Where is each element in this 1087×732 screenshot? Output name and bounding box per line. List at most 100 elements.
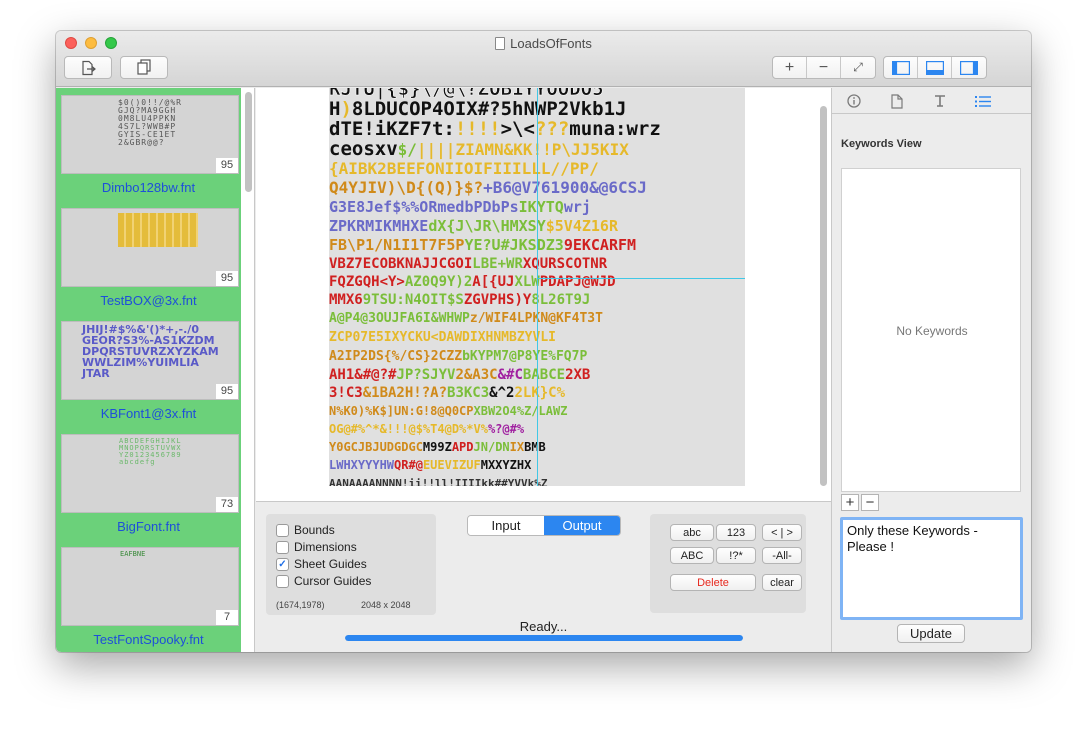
sidebar-scrollbar[interactable] [245, 92, 252, 192]
progress-fill [345, 635, 743, 641]
glyph-count: 73 [216, 497, 238, 512]
display-options-panel: Bounds Dimensions ✓ Sheet Guides Cursor … [266, 514, 436, 615]
font-name: Dimbo128bw.fnt [101, 180, 196, 195]
brackets-button[interactable]: < | > [762, 524, 802, 541]
duplicate-button[interactable] [120, 56, 168, 79]
bounds-checkbox[interactable] [276, 523, 289, 537]
sheet-guide-horizontal [537, 278, 745, 279]
delete-button[interactable]: Delete [670, 574, 756, 591]
keywords-text-field[interactable]: Only these Keywords - Please ! [840, 517, 1023, 620]
duplicate-icon [137, 59, 151, 75]
cursor-position: (1674,1978) [276, 600, 325, 610]
file-tab[interactable] [875, 88, 918, 114]
numbers-button[interactable]: 123 [716, 524, 756, 541]
sheet-canvas[interactable]: RJfU|{$}\/@\?ZOB1YYOODO5 H)8LDUCOP4OIX#?… [256, 88, 831, 502]
sheet-guides-option[interactable]: ✓ Sheet Guides [276, 557, 367, 571]
zoom-fit-button[interactable]: ⤢ [841, 57, 875, 78]
title-bar: LoadsOfFonts + − ⤢ [56, 31, 1031, 87]
input-tab[interactable]: Input [468, 516, 544, 535]
glyph-preview: EAFBNE [120, 550, 146, 558]
bounds-option[interactable]: Bounds [276, 523, 335, 537]
glyph-preview: ABCDEFGHIJKL MNOPQRSTUVWX YZ0123456789 abcd… [119, 437, 182, 466]
font-list-item[interactable]: EAFBNE 7 TestFontSpooky.fnt [56, 540, 241, 652]
glyph-preview: JHIJ!#$%&'()*+,-./0 GEOR?S3%-AS1KZDM DPQRS… [82, 323, 219, 380]
add-keyword-button[interactable]: + [841, 494, 859, 511]
zoom-out-button[interactable]: − [807, 57, 841, 78]
zoom-controls: + − ⤢ [772, 56, 876, 79]
dimensions-label: Dimensions [294, 540, 357, 554]
output-tab[interactable]: Output [544, 516, 620, 535]
sheet-guide-vertical [537, 88, 538, 486]
zoom-in-button[interactable]: + [773, 57, 807, 78]
glyph-count: 95 [216, 384, 238, 399]
font-list-item[interactable]: 95 TestBOX@3x.fnt [56, 201, 241, 314]
dimensions-option[interactable]: Dimensions [276, 540, 357, 554]
all-button[interactable]: -All- [762, 547, 802, 564]
font-name: TestBOX@3x.fnt [100, 293, 197, 308]
font-list-item[interactable]: $0()0!!/@%R GJQ?MA9GGH 0M8LU4PPKN 4S7L?WWB#… [56, 88, 241, 201]
keywords-tab[interactable] [961, 88, 1004, 114]
symbols-button[interactable]: !?* [716, 547, 756, 564]
glyph-count: 95 [216, 158, 238, 173]
progress-bar [345, 635, 743, 641]
layout-controls [883, 56, 987, 79]
canvas-scrollbar[interactable] [820, 106, 827, 486]
sheet-size: 2048 x 2048 [361, 600, 411, 610]
dimensions-checkbox[interactable] [276, 540, 289, 554]
window-title-text: LoadsOfFonts [510, 36, 592, 51]
cursor-guides-option[interactable]: Cursor Guides [276, 574, 371, 588]
glyph-count: 95 [216, 271, 238, 286]
inspector-panel: Keywords View No Keywords + − Only these… [831, 88, 1031, 652]
font-thumbnail: $0()0!!/@%R GJQ?MA9GGH 0M8LU4PPKN 4S7L?WWB#… [61, 95, 239, 174]
status-text: Ready... [519, 619, 568, 634]
sheet-guides-checkbox[interactable]: ✓ [276, 557, 289, 571]
document-icon [495, 37, 506, 50]
font-thumbnail: EAFBNE 7 [61, 547, 239, 626]
font-thumbnail: 95 [61, 208, 239, 287]
window-title: LoadsOfFonts [56, 36, 1031, 51]
update-button[interactable]: Update [897, 624, 965, 643]
cursor-guides-label: Cursor Guides [294, 574, 372, 588]
sidebar-right-icon [960, 60, 978, 75]
font-list-item[interactable]: ABCDEFGHIJKL MNOPQRSTUVWX YZ0123456789 abcd… [56, 427, 241, 540]
lowercase-button[interactable]: abc [670, 524, 714, 541]
font-name: TestFontSpooky.fnt [93, 632, 204, 647]
font-thumbnail: ABCDEFGHIJKL MNOPQRSTUVWX YZ0123456789 abcd… [61, 434, 239, 513]
editor-area: RJfU|{$}\/@\?ZOB1YYOODO5 H)8LDUCOP4OIX#?… [256, 88, 831, 652]
font-thumbnail: JHIJ!#$%&'()*+,-./0 GEOR?S3%-AS1KZDM DPQRS… [61, 321, 239, 400]
glyph-preview [118, 213, 198, 247]
inspector-tabs [832, 88, 1031, 114]
info-tab[interactable] [832, 88, 875, 114]
keywords-view-title: Keywords View [841, 138, 922, 150]
checkmark-icon: ✓ [278, 558, 287, 570]
file-icon [890, 93, 903, 109]
remove-keyword-button[interactable]: − [861, 494, 879, 511]
toggle-bottom-panel-button[interactable] [918, 57, 952, 78]
toggle-right-sidebar-button[interactable] [952, 57, 986, 78]
clear-button[interactable]: clear [762, 574, 802, 591]
font-name: KBFont1@3x.fnt [100, 406, 197, 421]
font-name: BigFont.fnt [117, 519, 180, 534]
toggle-left-sidebar-button[interactable] [884, 57, 918, 78]
info-icon [846, 94, 861, 108]
text-format-icon [934, 95, 945, 107]
glyph-count: 7 [216, 610, 238, 625]
uppercase-button[interactable]: ABC [670, 547, 714, 564]
font-list-item[interactable]: JHIJ!#$%&'()*+,-./0 GEOR?S3%-AS1KZDM DPQRS… [56, 314, 241, 427]
cursor-guides-checkbox[interactable] [276, 574, 289, 588]
export-button[interactable] [64, 56, 112, 79]
export-icon [82, 60, 96, 75]
mode-toggle: Input Output [467, 515, 621, 536]
text-format-tab[interactable] [918, 88, 961, 114]
font-sheet-preview: RJfU|{$}\/@\?ZOB1YYOODO5 H)8LDUCOP4OIX#?… [329, 88, 745, 486]
bounds-label: Bounds [294, 523, 335, 537]
sheet-guides-label: Sheet Guides [294, 557, 367, 571]
glyph-preview: $0()0!!/@%R GJQ?MA9GGH 0M8LU4PPKN 4S7L?WWB#… [118, 98, 182, 147]
no-keywords-text: No Keywords [896, 324, 968, 338]
sidebar-left-icon [891, 60, 910, 75]
font-list-sidebar: $0()0!!/@%R GJQ?MA9GGH 0M8LU4PPKN 4S7L?WWB#… [56, 88, 255, 652]
keywords-list[interactable]: No Keywords [841, 168, 1021, 492]
app-window: LoadsOfFonts + − ⤢ $0()0!!/@%R GJQ?MA9GG… [56, 31, 1031, 652]
bottom-panel-icon [925, 60, 944, 75]
list-icon [974, 95, 991, 107]
